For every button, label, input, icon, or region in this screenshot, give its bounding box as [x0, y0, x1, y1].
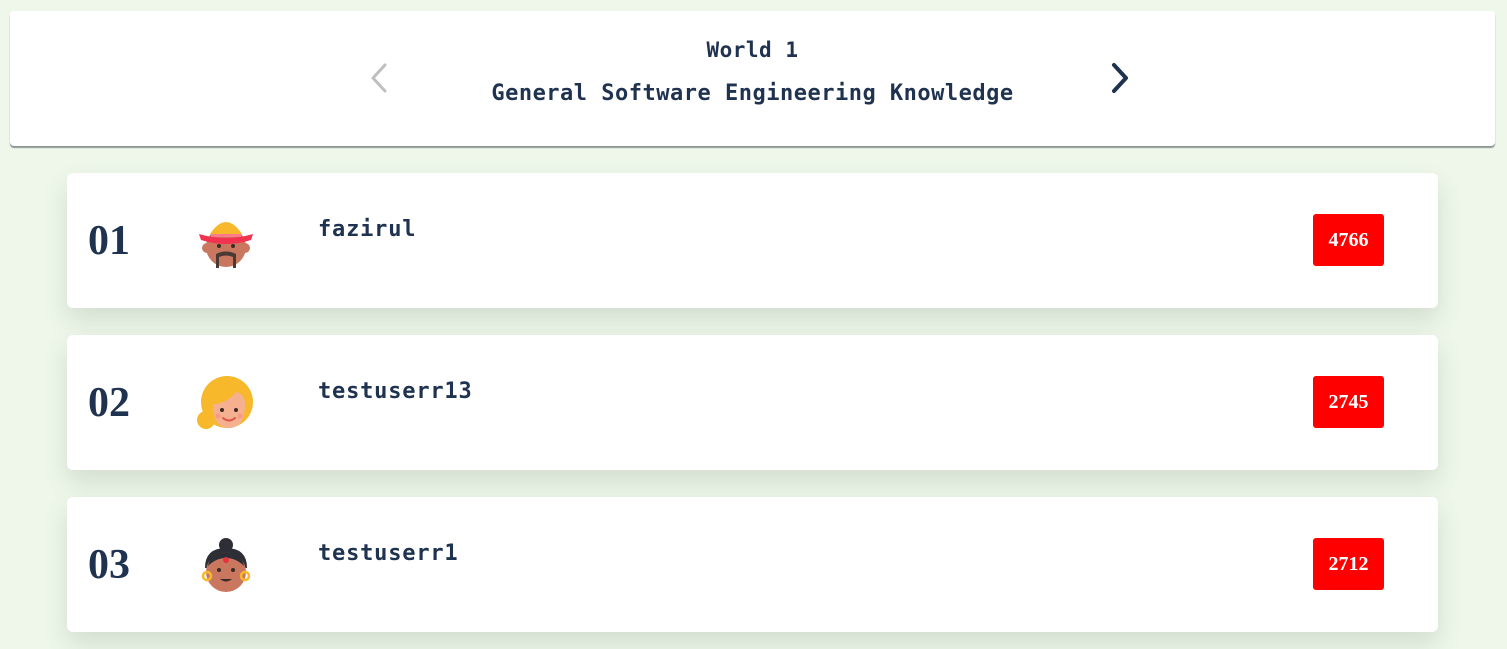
username: fazirul	[318, 217, 417, 242]
sombrero-man-avatar	[196, 212, 256, 272]
score-badge: 2712	[1313, 538, 1384, 590]
rank-number: 02	[88, 380, 130, 426]
world-header: World 1 General Software Engineering Kno…	[10, 11, 1495, 146]
world-subtitle: General Software Engineering Knowledge	[491, 81, 1014, 106]
score-badge: 2745	[1313, 376, 1384, 428]
chevron-left-icon	[363, 61, 393, 95]
blonde-woman-avatar	[196, 374, 256, 434]
username: testuserr13	[318, 379, 473, 404]
bindi-woman-avatar	[196, 536, 256, 596]
leaderboard-row: 01 fazirul 4766	[67, 173, 1438, 308]
next-world-button[interactable]	[1105, 61, 1135, 95]
leaderboard-row: 03 testuserr1 2712	[67, 497, 1438, 632]
username: testuserr1	[318, 541, 459, 566]
world-title: World 1	[706, 38, 799, 62]
rank-number: 01	[88, 218, 130, 264]
leaderboard-row: 02 testuserr13 2745	[67, 335, 1438, 470]
previous-world-button[interactable]	[363, 61, 393, 95]
score-badge: 4766	[1313, 214, 1384, 266]
rank-number: 03	[88, 542, 130, 588]
chevron-right-icon	[1105, 61, 1135, 95]
